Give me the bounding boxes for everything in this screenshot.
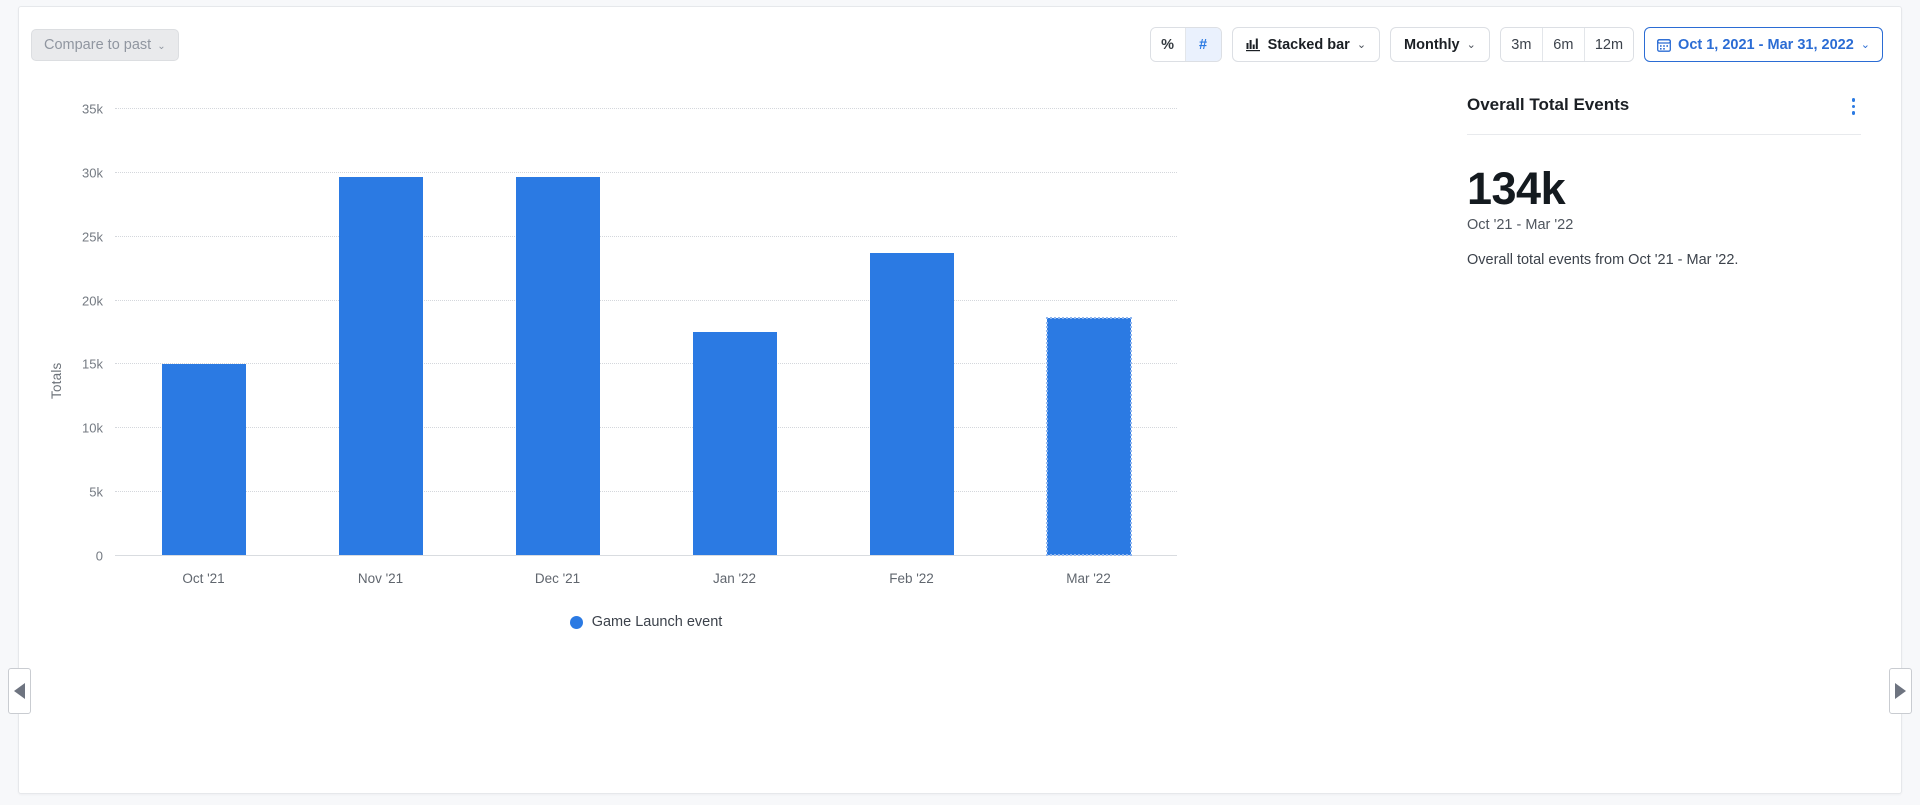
summary-panel-header: Overall Total Events	[1467, 95, 1861, 135]
compare-to-past-button[interactable]: Compare to past ⌄	[31, 29, 179, 61]
chevron-down-icon: ⌄	[157, 40, 166, 52]
gridline: 0	[96, 549, 1177, 564]
stacked-bar-icon	[1245, 38, 1261, 52]
legend-swatch	[569, 615, 583, 629]
y-axis-tick-label: 20k	[82, 293, 103, 309]
bar-group: Jan '22	[646, 108, 823, 586]
chevron-left-icon	[14, 683, 25, 699]
summary-description: Overall total events from Oct '21 - Mar …	[1467, 251, 1739, 268]
bar[interactable]	[161, 364, 246, 555]
calendar-icon	[1657, 38, 1671, 52]
metric-percent-button[interactable]: %	[1150, 28, 1186, 61]
chart-legend: Game Launch event	[115, 614, 1177, 630]
chart-toolbar: Compare to past ⌄ % # Stacked bar ⌄ Mont…	[19, 7, 1901, 69]
x-axis-tick-label: Mar '22	[1066, 571, 1111, 586]
bar-group: Oct '21	[115, 108, 292, 586]
kebab-dot	[1851, 104, 1855, 108]
date-range-picker[interactable]: Oct 1, 2021 - Mar 31, 2022 ⌄	[1644, 27, 1883, 62]
granularity-dropdown[interactable]: Monthly ⌄	[1390, 27, 1490, 62]
y-axis-tick-label: 15k	[82, 356, 103, 372]
bar[interactable]	[869, 252, 954, 555]
y-axis-title: Totals	[49, 362, 64, 399]
x-axis-tick-label: Feb '22	[889, 571, 934, 586]
y-axis-tick-label: 35k	[82, 101, 103, 117]
chevron-down-icon: ⌄	[1466, 39, 1476, 51]
chart-type-label: Stacked bar	[1267, 36, 1350, 53]
bar[interactable]	[1045, 317, 1132, 556]
plot-area: 0 5k 10k 15k 20k 25k 30k 35k Oct '21 Nov '21 Dec …	[82, 102, 1177, 586]
bar[interactable]	[692, 332, 777, 555]
y-axis-tick-label: 0	[95, 548, 103, 564]
y-axis-tick-label: 10k	[82, 420, 103, 436]
metric-format-toggle: % #	[1149, 27, 1222, 62]
metric-count-button[interactable]: #	[1185, 28, 1221, 61]
chevron-right-icon	[1895, 683, 1906, 699]
chart-area: Totals 0 5k 10k 15k 20k 25k 30k 35k Oct '21 Nov …	[19, 69, 1247, 795]
y-axis-tick-label: 30k	[82, 165, 103, 181]
y-axis-tick-label: 5k	[89, 484, 103, 500]
compare-to-past-label: Compare to past	[44, 37, 152, 53]
x-axis-tick-label: Oct '21	[182, 571, 225, 586]
date-range-label: Oct 1, 2021 - Mar 31, 2022	[1678, 36, 1854, 53]
summary-value-range: Oct '21 - Mar '22	[1467, 216, 1574, 233]
summary-panel-title: Overall Total Events	[1467, 95, 1630, 114]
y-axis-tick-label: 25k	[82, 229, 103, 245]
x-axis-tick-label: Nov '21	[357, 571, 404, 586]
chevron-down-icon: ⌄	[1356, 39, 1367, 51]
kebab-dot	[1851, 98, 1855, 102]
kebab-dot	[1851, 111, 1855, 115]
bar-group: Mar '22	[1000, 108, 1177, 586]
granularity-label: Monthly	[1404, 36, 1460, 53]
previous-page-button[interactable]	[8, 668, 31, 714]
chart-type-dropdown[interactable]: Stacked bar ⌄	[1231, 27, 1381, 62]
summary-value: 134k	[1467, 162, 1566, 214]
bar-series: Oct '21 Nov '21 Dec '21 Jan '22 Feb '22 Mar '…	[115, 108, 1177, 586]
bar-group: Nov '21	[292, 108, 469, 586]
toolbar-controls: % # Stacked bar ⌄ Monthly ⌄ 3m 6m 12m Oc…	[1149, 27, 1883, 62]
bar[interactable]	[338, 176, 423, 555]
bar-group: Dec '21	[469, 108, 646, 586]
bar[interactable]	[515, 177, 600, 555]
range-3m-button[interactable]: 3m	[1500, 28, 1543, 61]
chart-card: Compare to past ⌄ % # Stacked bar ⌄ Mont…	[18, 6, 1902, 794]
range-6m-button[interactable]: 6m	[1542, 28, 1585, 61]
quick-range-toggle: 3m 6m 12m	[1499, 27, 1635, 62]
summary-panel: Overall Total Events 134k Oct '21 - Mar …	[1245, 69, 1901, 795]
x-axis-tick-label: Jan '22	[712, 571, 757, 586]
kebab-menu-icon[interactable]	[1846, 95, 1862, 118]
bar-group: Feb '22	[823, 108, 1000, 586]
legend-label: Game Launch event	[591, 614, 723, 630]
next-page-button[interactable]	[1889, 668, 1912, 714]
analytics-chart-screen: Compare to past ⌄ % # Stacked bar ⌄ Mont…	[0, 0, 1920, 805]
range-12m-button[interactable]: 12m	[1584, 28, 1634, 61]
chevron-down-icon: ⌄	[1860, 39, 1870, 51]
x-axis-tick-label: Dec '21	[534, 571, 581, 586]
